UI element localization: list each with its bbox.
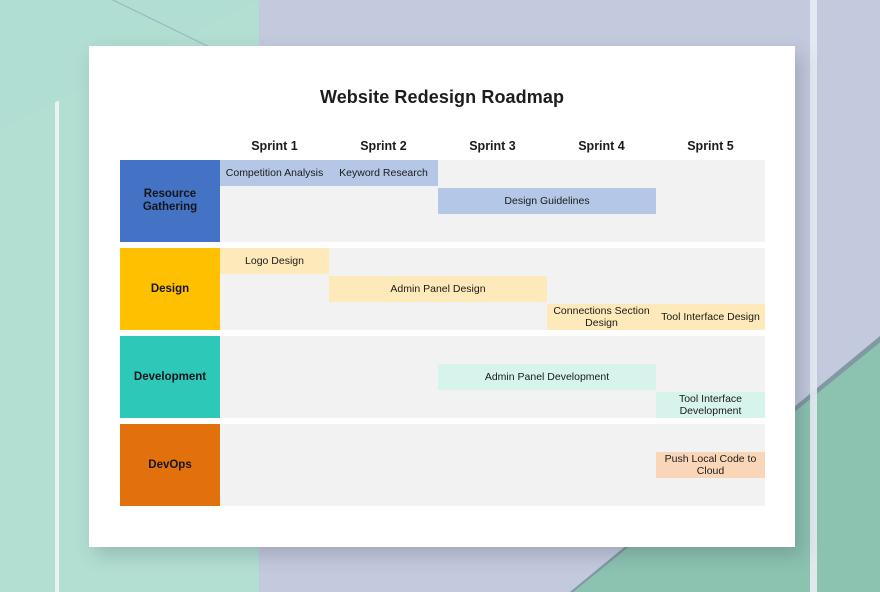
row-lane [220, 216, 765, 242]
row-track: Competition Analysis Keyword Research Desi… [220, 160, 765, 242]
row-track: Admin Panel Development Tool Interface De… [220, 336, 765, 418]
sprint-header-4: Sprint 4 [578, 139, 625, 153]
page-title: Website Redesign Roadmap [319, 87, 565, 107]
task-bar[interactable]: Keyword Research [329, 160, 438, 186]
roadmap-row: Development Admin Panel Development Tool I… [120, 336, 765, 418]
task-bar[interactable]: Admin Panel Design [329, 276, 547, 302]
roadmap-row: DevOps Push Local Code to Cloud [120, 424, 765, 506]
task-bar[interactable]: Tool Interface Design [656, 304, 765, 330]
task-bar[interactable]: Admin Panel Development [438, 364, 656, 390]
row-label-design[interactable]: Design [120, 248, 220, 330]
sprint-header-5: Sprint 5 [687, 139, 734, 153]
row-lane [220, 424, 765, 450]
row-label-resource-gathering[interactable]: Resource Gathering [120, 160, 220, 242]
row-lane [220, 480, 765, 506]
task-bar[interactable]: Design Guidelines [438, 188, 656, 214]
roadmap-row: Resource Gathering Competition Analysis Ke… [120, 160, 765, 242]
sprint-header-1: Sprint 1 [251, 139, 298, 153]
task-bar[interactable]: Tool Interface Development [656, 392, 765, 418]
row-track: Logo Design Admin Panel Design Connections… [220, 248, 765, 330]
row-lane [220, 336, 765, 362]
sprint-header-row: Sprint 1 Sprint 2 Sprint 3 Sprint 4 Spri… [220, 132, 765, 160]
sprint-header-2: Sprint 2 [360, 139, 407, 153]
row-track: Push Local Code to Cloud [220, 424, 765, 506]
task-bar[interactable]: Competition Analysis [220, 160, 329, 186]
row-label-development[interactable]: Development [120, 336, 220, 418]
sprint-header-3: Sprint 3 [469, 139, 516, 153]
task-bar[interactable]: Connections Section Design [547, 304, 656, 330]
background-right-divider-stripe [810, 0, 817, 592]
task-bar[interactable]: Logo Design [220, 248, 329, 274]
row-label-devops[interactable]: DevOps [120, 424, 220, 506]
roadmap-rows: Resource Gathering Competition Analysis Ke… [120, 160, 765, 506]
roadmap-chart: Sprint 1 Sprint 2 Sprint 3 Sprint 4 Spri… [120, 132, 765, 512]
task-bar[interactable]: Push Local Code to Cloud [656, 452, 765, 478]
roadmap-card: Website Redesign Roadmap Sprint 1 Sprint… [89, 46, 795, 547]
roadmap-row: Design Logo Design Admin Panel Design Conne… [120, 248, 765, 330]
